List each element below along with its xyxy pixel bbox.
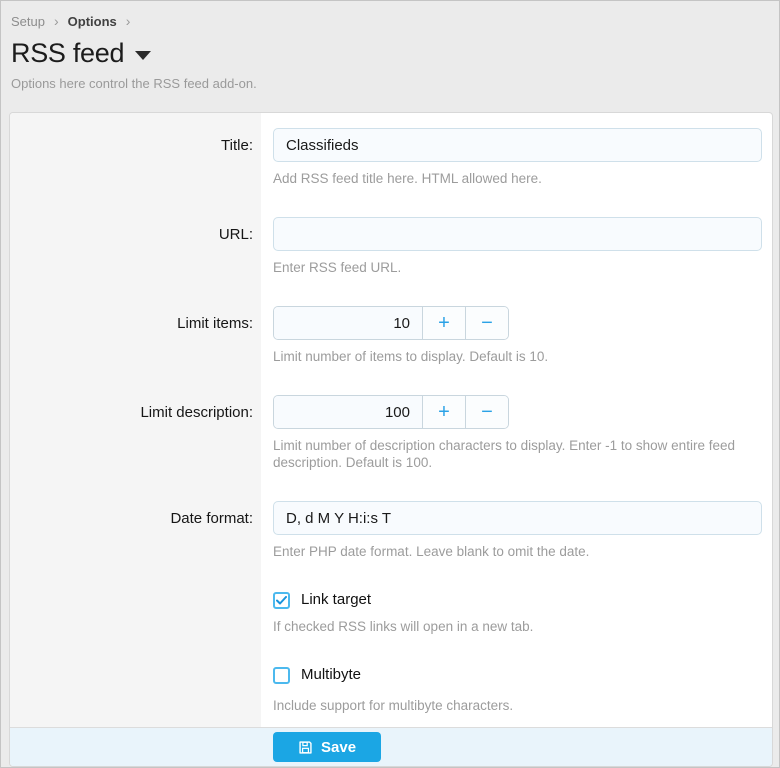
page: Setup › Options › RSS feed Options here … [0, 0, 780, 768]
limit-items-decrement-button[interactable]: − [465, 307, 508, 339]
limit-description-increment-button[interactable]: + [422, 396, 465, 428]
panel-footer: Save [10, 727, 772, 766]
link-target-checkbox[interactable]: Link target [273, 590, 371, 610]
url-input[interactable] [273, 217, 762, 251]
multibyte-checkbox[interactable]: Multibyte [273, 665, 361, 685]
date-format-label: Date format: [10, 501, 261, 560]
breadcrumb-separator-icon: › [54, 13, 59, 29]
save-icon [298, 740, 313, 755]
field-row-limit-items: Limit items: + − Limit number of items t… [10, 306, 772, 365]
limit-items-label: Limit items: [10, 306, 261, 365]
limit-description-stepper: + − [273, 395, 509, 429]
empty-label-cell [10, 590, 261, 635]
limit-items-input[interactable] [274, 307, 422, 339]
chevron-down-icon [135, 51, 151, 60]
url-help-text: Enter RSS feed URL. [273, 259, 762, 276]
save-button[interactable]: Save [273, 732, 381, 762]
options-panel: Title: Add RSS feed title here. HTML all… [9, 112, 773, 767]
field-row-title: Title: Add RSS feed title here. HTML all… [10, 128, 772, 187]
empty-label-cell [10, 665, 261, 714]
limit-description-label: Limit description: [10, 395, 261, 471]
url-label: URL: [10, 217, 261, 276]
save-button-label: Save [321, 739, 356, 756]
checkbox-icon[interactable] [273, 667, 290, 684]
limit-items-help-text: Limit number of items to display. Defaul… [273, 348, 762, 365]
title-label: Title: [10, 128, 261, 187]
limit-items-increment-button[interactable]: + [422, 307, 465, 339]
limit-items-stepper: + − [273, 306, 509, 340]
breadcrumb-item-setup[interactable]: Setup [11, 14, 45, 29]
limit-description-input[interactable] [274, 396, 422, 428]
options-form: Title: Add RSS feed title here. HTML all… [10, 113, 772, 727]
limit-description-decrement-button[interactable]: − [465, 396, 508, 428]
title-help-text: Add RSS feed title here. HTML allowed he… [273, 170, 762, 187]
multibyte-help-text: Include support for multibyte characters… [273, 697, 762, 714]
page-subtitle: Options here control the RSS feed add-on… [11, 76, 767, 91]
date-format-input[interactable] [273, 501, 762, 535]
checkbox-icon[interactable] [273, 592, 290, 609]
title-input[interactable] [273, 128, 762, 162]
page-title-dropdown[interactable]: RSS feed [11, 38, 767, 69]
breadcrumb: Setup › Options › [11, 13, 767, 29]
multibyte-label: Multibyte [301, 665, 361, 685]
field-row-limit-description: Limit description: + − Limit number of d… [10, 395, 772, 471]
field-row-date-format: Date format: Enter PHP date format. Leav… [10, 501, 772, 560]
breadcrumb-separator-icon: › [126, 13, 131, 29]
breadcrumb-item-options[interactable]: Options [68, 14, 117, 29]
field-row-url: URL: Enter RSS feed URL. [10, 217, 772, 276]
checkbox-row-multibyte: Multibyte Include support for multibyte … [10, 665, 772, 714]
link-target-label: Link target [301, 590, 371, 610]
page-header: Setup › Options › RSS feed Options here … [1, 1, 779, 91]
check-mark-icon [276, 596, 287, 605]
limit-description-help-text: Limit number of description characters t… [273, 437, 762, 471]
link-target-help-text: If checked RSS links will open in a new … [273, 618, 762, 635]
date-format-help-text: Enter PHP date format. Leave blank to om… [273, 543, 762, 560]
page-title: RSS feed [11, 38, 124, 69]
checkbox-row-link-target: Link target If checked RSS links will op… [10, 590, 772, 635]
